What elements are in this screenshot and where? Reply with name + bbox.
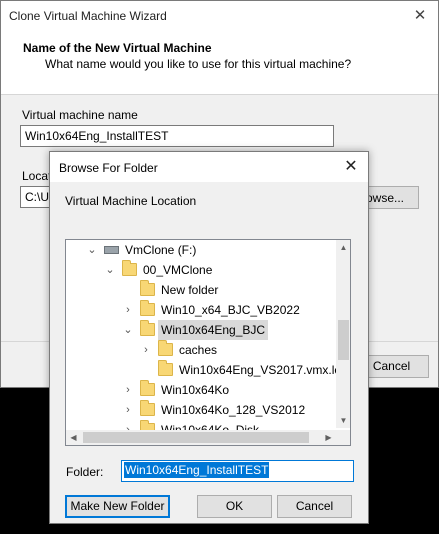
folder-icon <box>158 340 173 356</box>
tree-vertical-scrollbar[interactable]: ▲ ▼ <box>336 240 350 428</box>
browse-close-icon[interactable]: ✕ <box>338 156 364 178</box>
tree-item-label: Win10x64Ko <box>161 383 230 397</box>
folder-icon <box>158 360 173 376</box>
expand-chevron-down-icon[interactable]: ⌄ <box>104 260 116 280</box>
scroll-left-icon[interactable]: ◀ <box>66 430 81 445</box>
tree-item-label: Win10x64Ko_128_VS2012 <box>161 403 306 417</box>
folder-icon <box>140 320 155 336</box>
scroll-up-icon[interactable]: ▲ <box>336 240 350 255</box>
scrollbar-corner <box>336 430 350 445</box>
folder-icon <box>140 400 155 416</box>
tree-horizontal-scrollbar[interactable]: ◀ ▶ <box>66 430 336 445</box>
browse-title: Browse For Folder <box>59 161 158 175</box>
wizard-close-icon[interactable]: ✕ <box>406 5 434 27</box>
tree-item[interactable]: › caches <box>66 340 336 360</box>
tree-item[interactable]: ⌄ VmClone (F:) <box>66 240 336 260</box>
tree-item[interactable]: Win10x64Eng_VS2017.vmx.lcl <box>66 360 343 380</box>
ok-button[interactable]: OK <box>197 495 272 518</box>
tree-item[interactable]: ⌄ 00_VMClone <box>66 260 336 280</box>
tree-item[interactable]: ⌄ Win10x64Eng_BJC <box>66 320 336 340</box>
wizard-header-title: Name of the New Virtual Machine <box>23 41 212 55</box>
vm-name-input[interactable]: Win10x64Eng_InstallTEST <box>20 125 334 147</box>
scroll-right-icon[interactable]: ▶ <box>321 430 336 445</box>
tree-item[interactable]: › Win10x64Ko_128_VS2012 <box>66 400 336 420</box>
wizard-title: Clone Virtual Machine Wizard <box>9 9 167 23</box>
browse-for-folder-dialog: Browse For Folder ✕ Virtual Machine Loca… <box>49 151 369 524</box>
folder-icon <box>122 260 137 276</box>
tree-item-label: 00_VMClone <box>143 263 213 277</box>
expand-chevron-down-icon[interactable]: ⌄ <box>122 320 134 340</box>
folder-tree[interactable]: ⌄ VmClone (F:) ⌄ 00_VMClone New folder › Win10… <box>65 239 351 446</box>
tree-item-label: caches <box>179 343 218 357</box>
tree-item[interactable]: › Win10_x64_BJC_VB2022 <box>66 300 336 320</box>
tree-item-label: Win10_x64_BJC_VB2022 <box>161 303 300 317</box>
folder-name-selected-text: Win10x64Eng_InstallTEST <box>124 462 270 478</box>
tree-item-label: New folder <box>161 283 219 297</box>
browse-cancel-button[interactable]: Cancel <box>277 495 352 518</box>
tree-item-label: Win10x64Eng_VS2017.vmx.lcl <box>179 363 344 377</box>
folder-icon <box>140 300 155 316</box>
expand-chevron-right-icon[interactable]: › <box>122 400 134 420</box>
expand-chevron-right-icon[interactable]: › <box>140 340 152 360</box>
horizontal-scroll-thumb[interactable] <box>83 432 309 443</box>
vm-name-label: Virtual machine name <box>22 108 138 122</box>
drive-icon <box>104 246 119 254</box>
vertical-scroll-thumb[interactable] <box>338 320 349 360</box>
tree-item[interactable]: › Win10x64Ko <box>66 380 336 400</box>
expand-chevron-right-icon[interactable]: › <box>122 300 134 320</box>
tree-item-label: VmClone (F:) <box>125 243 197 257</box>
browse-description: Virtual Machine Location <box>65 194 197 208</box>
folder-label: Folder: <box>66 465 104 479</box>
folder-icon <box>140 280 155 296</box>
folder-name-input[interactable]: Win10x64Eng_InstallTEST <box>121 460 354 482</box>
folder-icon <box>140 380 155 396</box>
wizard-header-subtitle: What name would you like to use for this… <box>45 57 352 71</box>
scroll-down-icon[interactable]: ▼ <box>336 413 350 428</box>
expand-chevron-down-icon[interactable]: ⌄ <box>86 240 98 260</box>
expand-chevron-right-icon[interactable]: › <box>122 380 134 400</box>
make-new-folder-button[interactable]: Make New Folder <box>65 495 170 518</box>
tree-item-label: Win10x64Eng_BJC <box>158 320 269 340</box>
tree-item[interactable]: New folder <box>66 280 336 300</box>
